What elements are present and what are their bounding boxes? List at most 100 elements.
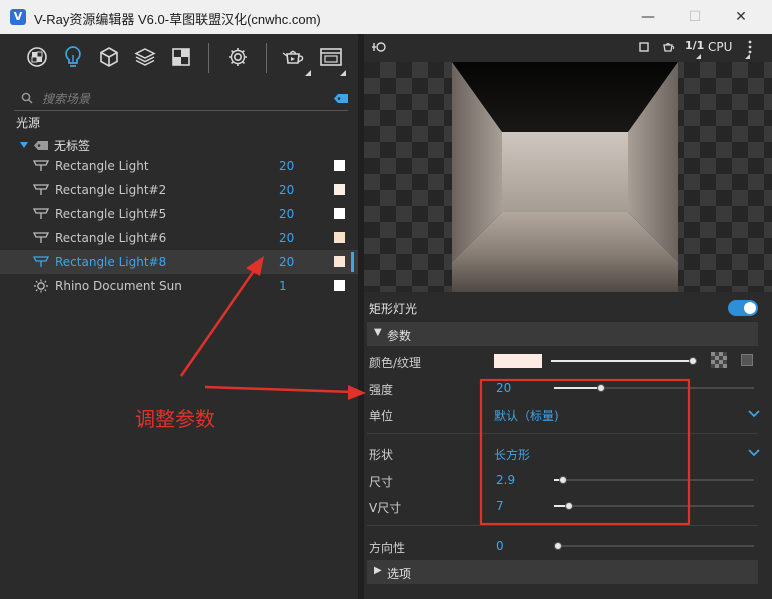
units-label: 单位 xyxy=(369,409,394,423)
more-options-icon[interactable] xyxy=(748,40,752,54)
light-color-swatch[interactable] xyxy=(334,256,345,267)
light-intensity-value[interactable]: 20 xyxy=(279,183,294,197)
separator xyxy=(367,525,758,526)
search-bar xyxy=(14,86,348,111)
light-intensity-value[interactable]: 20 xyxy=(279,231,294,245)
render-teapot-icon[interactable] xyxy=(281,44,307,70)
light-row[interactable]: Rectangle Light 20 xyxy=(0,154,358,178)
light-intensity-value[interactable]: 20 xyxy=(279,207,294,221)
geometry-icon[interactable] xyxy=(96,44,122,70)
directional-label: 方向性 xyxy=(369,541,406,555)
stop-icon[interactable] xyxy=(639,42,649,52)
size-value[interactable]: 2.9 xyxy=(496,473,515,487)
slider-fill xyxy=(551,360,697,362)
category-toolbar xyxy=(0,34,358,82)
frame-buffer-icon[interactable] xyxy=(318,44,344,70)
slider-fill xyxy=(554,387,600,389)
light-name[interactable]: Rectangle Light#2 xyxy=(55,183,166,197)
shape-dropdown[interactable]: 长方形 xyxy=(494,446,530,463)
light-list: Rectangle Light 20 Rectangle Light#2 20 Rect… xyxy=(0,154,358,298)
preview-resolution-fraction[interactable]: 1/1 xyxy=(685,39,704,52)
window-title: V-Ray资源编辑器 V6.0-草图联盟汉化(cnwhc.com) xyxy=(34,12,321,27)
light-name[interactable]: Rectangle Light xyxy=(55,159,149,173)
light-preview-toggle-icon[interactable] xyxy=(372,41,386,53)
preview-toolbar: 1/1 CPU xyxy=(364,34,772,60)
sun-icon xyxy=(33,279,49,296)
light-color-swatch[interactable] xyxy=(334,280,345,291)
selection-indicator xyxy=(351,252,354,272)
rect-light-icon xyxy=(32,183,50,200)
annotation-text: 调整参数 xyxy=(135,407,215,431)
light-name[interactable]: Rhino Document Sun xyxy=(55,279,182,293)
slider-thumb[interactable] xyxy=(689,357,697,365)
directional-value[interactable]: 0 xyxy=(496,539,504,553)
light-intensity-value[interactable]: 1 xyxy=(279,279,287,293)
render-engine-label[interactable]: CPU xyxy=(708,40,732,54)
color-multiplier-slider[interactable] xyxy=(551,357,697,365)
textures-icon[interactable] xyxy=(168,44,194,70)
light-color-swatch[interactable] xyxy=(334,184,345,195)
light-name[interactable]: Rectangle Light#8 xyxy=(55,255,166,269)
light-row[interactable]: Rhino Document Sun 1 xyxy=(0,274,358,298)
light-color-swatch[interactable] xyxy=(334,208,345,219)
materials-icon[interactable] xyxy=(24,44,50,70)
light-color-swatch[interactable] xyxy=(334,232,345,243)
intensity-slider[interactable] xyxy=(554,384,754,392)
section-title-lights: 光源 xyxy=(16,116,41,130)
light-color-swatch[interactable] xyxy=(334,160,345,171)
units-dropdown[interactable]: 默认（标量) xyxy=(494,407,559,424)
tag-group-untagged[interactable]: 无标签 xyxy=(20,136,90,154)
lights-icon[interactable] xyxy=(60,44,86,70)
light-row[interactable]: Rectangle Light#5 20 xyxy=(0,202,358,226)
tag-group-label: 无标签 xyxy=(54,138,91,153)
light-intensity-value[interactable]: 20 xyxy=(279,255,294,269)
params-group-header[interactable]: ▼ 参数 xyxy=(367,322,758,346)
v-size-slider[interactable] xyxy=(554,502,754,510)
toolbar-divider xyxy=(208,43,209,73)
light-intensity-value[interactable]: 20 xyxy=(279,159,294,173)
slider-thumb[interactable] xyxy=(565,502,573,510)
rect-light-icon xyxy=(32,231,50,248)
light-type-title: 矩形灯光 xyxy=(369,302,418,316)
directional-slider[interactable] xyxy=(554,542,754,550)
light-color-swatch[interactable] xyxy=(494,354,542,368)
toggle-knob xyxy=(744,302,756,314)
tag-icon xyxy=(34,140,48,150)
dropdown-corner-icon xyxy=(340,70,346,76)
slider-thumb[interactable] xyxy=(597,384,605,392)
tag-filter-icon[interactable] xyxy=(334,94,348,103)
v-size-value[interactable]: 7 xyxy=(496,499,504,513)
dropdown-corner-icon xyxy=(745,54,750,59)
light-row[interactable]: Rectangle Light#6 20 xyxy=(0,226,358,250)
light-name[interactable]: Rectangle Light#5 xyxy=(55,207,166,221)
intensity-value[interactable]: 20 xyxy=(496,381,511,395)
search-input[interactable] xyxy=(40,88,304,110)
texture-enable-checkbox[interactable] xyxy=(741,354,753,366)
preview-scene-teapot-icon[interactable] xyxy=(661,40,675,53)
options-group-label: 选项 xyxy=(387,567,412,581)
options-group-header[interactable]: ▶ 选项 xyxy=(367,560,758,584)
params-group-label: 参数 xyxy=(387,329,412,343)
chevron-down-icon[interactable] xyxy=(748,449,760,457)
expand-triangle-icon[interactable] xyxy=(20,142,28,148)
rect-light-icon xyxy=(32,159,50,176)
toolbar-divider xyxy=(266,43,267,73)
light-row[interactable]: Rectangle Light#2 20 xyxy=(0,178,358,202)
slider-thumb[interactable] xyxy=(554,542,562,550)
settings-icon[interactable] xyxy=(225,44,251,70)
minimize-button[interactable]: — xyxy=(633,6,663,28)
layers-icon[interactable] xyxy=(132,44,158,70)
v-size-label: V尺寸 xyxy=(369,501,402,515)
size-slider[interactable] xyxy=(554,476,754,484)
light-name[interactable]: Rectangle Light#6 xyxy=(55,231,166,245)
close-button[interactable]: ✕ xyxy=(726,6,756,28)
texture-slot-icon[interactable] xyxy=(711,352,727,368)
properties-panel: 1/1 CPU 矩形灯光 ▼ 参数 颜色/纹理 强度 20 单位 默认（标量) … xyxy=(364,34,772,599)
dropdown-corner-icon xyxy=(305,70,311,76)
color-texture-label: 颜色/纹理 xyxy=(369,356,422,370)
light-enabled-toggle[interactable] xyxy=(728,300,758,316)
search-icon xyxy=(21,92,33,104)
chevron-down-icon[interactable] xyxy=(748,410,760,418)
light-row[interactable]: Rectangle Light#8 20 xyxy=(0,250,358,274)
slider-thumb[interactable] xyxy=(559,476,567,484)
